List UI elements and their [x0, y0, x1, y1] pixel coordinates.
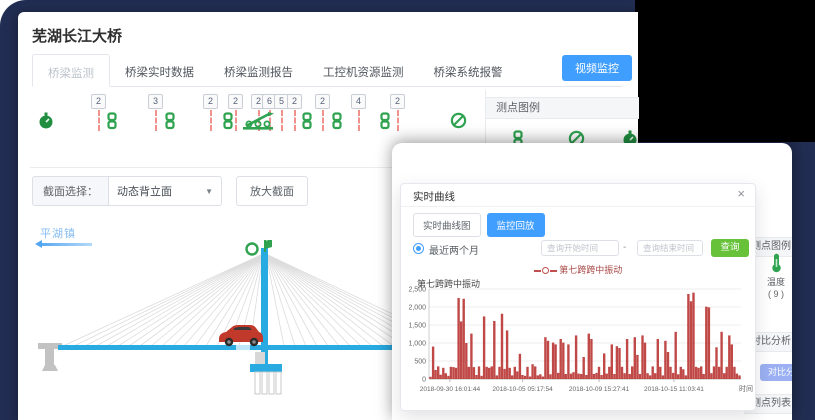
- sensor-link-icon[interactable]: [164, 112, 176, 135]
- sensor-dashed-line: [210, 110, 212, 131]
- pylon-sensor-icons: [247, 240, 273, 255]
- sensor-count-badge: 2: [390, 94, 405, 109]
- chart-legend[interactable]: 第七跨跨中振动: [401, 263, 755, 276]
- svg-text:2018-10-09 15:27:41: 2018-10-09 15:27:41: [569, 386, 630, 393]
- bridge-direction-label: 平湖镇: [40, 225, 76, 241]
- link-icon: [379, 112, 391, 130]
- temperature-sensor-item[interactable]: 温度 ( 9 ): [756, 253, 792, 300]
- svg-text:1,500: 1,500: [408, 323, 426, 330]
- sensor-count-badge: 3: [148, 94, 163, 109]
- sensor-count-badge: 2: [228, 94, 243, 109]
- chart-svg: 2,500 2,000 1,500 1,000 500 0 2018-09-30 16:01…: [403, 284, 755, 402]
- link-icon: [331, 112, 343, 130]
- no-entry-icon: [450, 112, 467, 129]
- sensor-link-icon[interactable]: [222, 112, 234, 135]
- stopwatch-icon: [38, 112, 54, 130]
- link-icon: [106, 112, 118, 130]
- dialog-tab-1[interactable]: 监控回放: [487, 213, 545, 237]
- sensor-link-icon[interactable]: [379, 112, 391, 135]
- compare-analysis-button[interactable]: 对比分析: [760, 364, 792, 381]
- close-icon[interactable]: ×: [737, 186, 745, 201]
- bearing-icon: [242, 112, 276, 131]
- series-legend-marker-icon: [534, 270, 541, 272]
- svg-text:0: 0: [422, 377, 426, 384]
- zoom-section-button[interactable]: 放大截面: [236, 176, 308, 206]
- radio-last-two-months[interactable]: [413, 243, 424, 254]
- range-separator: -: [623, 242, 626, 253]
- sensor-count-badge: 4: [351, 94, 366, 109]
- main-tab-3[interactable]: 工控机资源监测: [308, 54, 419, 87]
- dialog-title: 实时曲线: [413, 189, 455, 204]
- main-tab-2[interactable]: 桥梁监测报告: [209, 54, 308, 87]
- video-monitor-button[interactable]: 视频监控: [562, 55, 632, 81]
- chevron-down-icon: ▼: [205, 187, 213, 196]
- sensor-link-icon[interactable]: [331, 112, 343, 135]
- sensor-link-icon[interactable]: [301, 112, 313, 135]
- sensor-count-badge: 2: [203, 94, 218, 109]
- end-time-input[interactable]: [637, 240, 703, 256]
- legend-panel-title: 测点图例: [486, 97, 639, 119]
- link-icon: [301, 112, 313, 130]
- sensor-no-entry-icon[interactable]: [450, 112, 467, 134]
- svg-text:2,000: 2,000: [408, 305, 426, 312]
- divider: [401, 206, 755, 207]
- sensor-bearing-icon[interactable]: [242, 112, 276, 136]
- query-controls: 最近两个月 - 查询: [413, 240, 745, 258]
- sensor-count-badge: 2: [91, 94, 106, 109]
- series-legend-marker-icon: [550, 270, 557, 272]
- dialog-tab-0[interactable]: 实时曲线图: [413, 213, 481, 237]
- main-tab-4[interactable]: 桥梁系统报警: [419, 54, 518, 87]
- sensor-dashed-line: [294, 110, 296, 131]
- section-selector-row: 截面选择： 动态背立面 ▼ 放大截面: [32, 176, 308, 206]
- sensor-dashed-line: [98, 110, 100, 131]
- dialog-tab-bar: 实时曲线图监控回放: [413, 213, 551, 237]
- series-legend-label: 第七跨跨中振动: [559, 265, 622, 275]
- playback-window: 测点图例 温度 ( 9 ) 对比分析 对比分析 测点列表 实时曲线 × 实时曲线…: [392, 143, 792, 420]
- temperature-label: 温度: [756, 276, 792, 288]
- page-title: 芜湖长江大桥: [32, 25, 122, 46]
- black-region: [635, 0, 815, 142]
- section-select-value: 动态背立面: [117, 183, 172, 199]
- start-time-input[interactable]: [541, 240, 619, 256]
- svg-text:2018-10-15 11:03:41: 2018-10-15 11:03:41: [644, 386, 704, 393]
- section-select-label: 截面选择：: [32, 176, 109, 206]
- sensor-dashed-line: [281, 110, 283, 131]
- link-icon: [222, 112, 234, 130]
- sensor-dashed-line: [358, 110, 360, 131]
- main-tab-1[interactable]: 桥梁实时数据: [110, 54, 209, 87]
- screenshot-stage: 芜湖长江大桥 桥梁监测桥梁实时数据桥梁监测报告工控机资源监测桥梁系统报警 视频监…: [0, 0, 815, 420]
- svg-text:2018-10-05 05:17:54: 2018-10-05 05:17:54: [492, 386, 553, 393]
- sensor-count-badge: 2: [287, 94, 302, 109]
- svg-text:2,500: 2,500: [408, 287, 426, 294]
- sensor-dashed-line: [235, 110, 237, 131]
- main-tab-bar: 桥梁监测桥梁实时数据桥梁监测报告工控机资源监测桥梁系统报警: [32, 54, 622, 87]
- temperature-count: ( 9 ): [756, 288, 792, 300]
- svg-text:1,000: 1,000: [408, 341, 426, 348]
- svg-text:时间: 时间: [739, 384, 753, 393]
- series-legend-marker-icon: [542, 267, 549, 274]
- thermometer-icon: [770, 253, 783, 273]
- svg-text:500: 500: [414, 359, 426, 366]
- realtime-curve-dialog: 实时曲线 × 实时曲线图监控回放 最近两个月 - 查询 第七跨跨中振动 第七跨跨…: [400, 183, 756, 411]
- sensor-count-badge: 2: [315, 94, 330, 109]
- svg-text:2018-09-30 16:01:44: 2018-09-30 16:01:44: [420, 386, 481, 393]
- query-button[interactable]: 查询: [711, 239, 749, 257]
- sensor-dashed-line: [397, 110, 399, 131]
- sensor-dashed-line: [155, 110, 157, 131]
- vibration-chart: 2,500 2,000 1,500 1,000 500 0 2018-09-30 16:01…: [403, 284, 755, 407]
- link-icon: [164, 112, 176, 130]
- sensor-dashed-line: [322, 110, 324, 131]
- radio-label: 最近两个月: [429, 242, 479, 257]
- sensor-stopwatch-icon[interactable]: [38, 112, 54, 135]
- section-select-dropdown[interactable]: 动态背立面 ▼: [109, 176, 222, 206]
- sensor-link-icon[interactable]: [106, 112, 118, 135]
- main-tab-0[interactable]: 桥梁监测: [32, 54, 110, 87]
